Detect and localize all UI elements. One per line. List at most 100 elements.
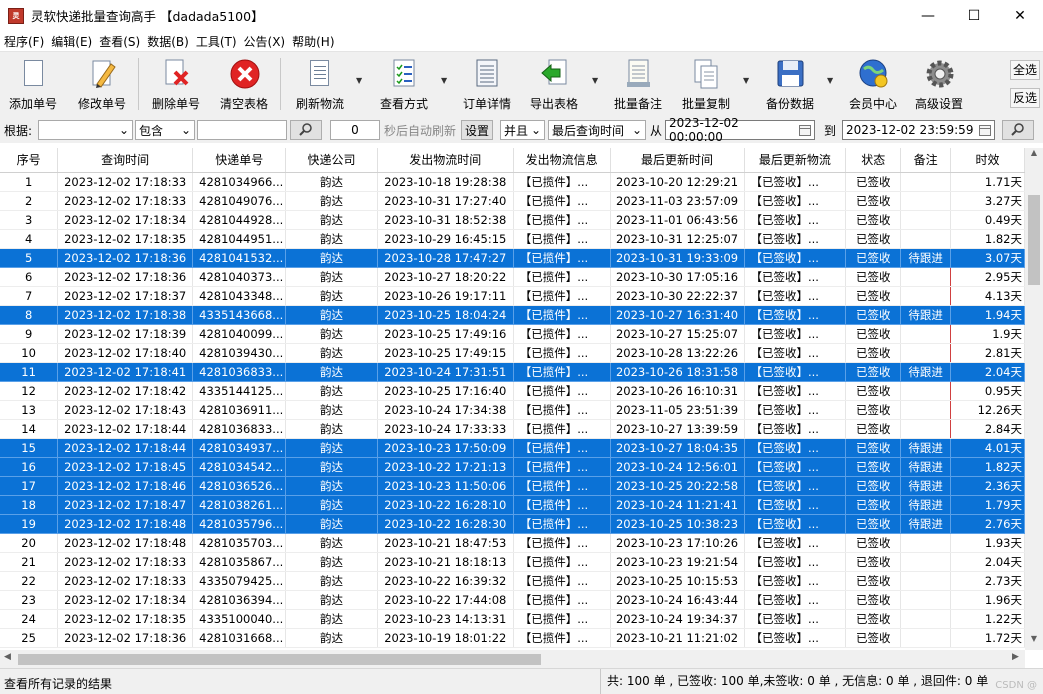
chevron-down-icon[interactable]: ▼ [743,76,749,85]
table-row[interactable]: 5 2023-12-02 17:18:36 4281041532... 韵达 2023-… [0,248,1025,268]
column-header-note[interactable]: 备注 [900,148,952,173]
cell-sent-time: 2023-10-31 17:27:40 [377,191,514,211]
menu-tools[interactable]: 工具(T) [196,33,237,50]
table-row[interactable]: 23 2023-12-02 17:18:34 4281036394... 韵达 2023… [0,590,1025,610]
table-row[interactable]: 19 2023-12-02 17:18:48 4281035796... 韵达 2023… [0,514,1025,534]
horizontal-scroll-thumb[interactable] [18,654,541,665]
table-row[interactable]: 21 2023-12-02 17:18:33 4281035867... 韵达 2023… [0,552,1025,572]
order-detail-button[interactable]: 订单详情 [459,54,515,114]
field-combo[interactable]: 最后查询时间 ⌄ [548,120,646,140]
chevron-down-icon[interactable]: ▼ [592,76,598,85]
cell-note: 待跟进 [900,495,952,515]
horizontal-scrollbar[interactable]: ◀ ▶ [0,650,1025,668]
menu-edit[interactable]: 编辑(E) [51,33,92,50]
table-row[interactable]: 22 2023-12-02 17:18:33 4335079425... 韵达 2023… [0,571,1025,591]
table-row[interactable]: 16 2023-12-02 17:18:45 4281034542... 韵达 2023… [0,457,1025,477]
menu-help[interactable]: 帮助(H) [292,33,334,50]
menu-notice[interactable]: 公告(X) [244,33,286,50]
search-button[interactable] [290,120,322,140]
cell-tracking-no: 4281040099... [192,324,287,344]
edit-order-button[interactable]: 修改单号 [74,54,130,114]
batch-copy-button[interactable]: 批量复制 [678,54,734,114]
table-row[interactable]: 7 2023-12-02 17:18:37 4281043348... 韵达 2023-… [0,286,1025,306]
refresh-seconds-input[interactable]: 0 [330,120,380,140]
table-row[interactable]: 13 2023-12-02 17:18:43 4281036911... 韵达 2023… [0,400,1025,420]
column-header-duration[interactable]: 时效 [950,148,1025,173]
from-datetime-picker[interactable]: 2023-12-02 00:00:00 [665,116,815,144]
cell-tracking-no: 4281040373... [192,267,287,287]
to-datetime-picker[interactable]: 2023-12-02 23:59:59 [842,120,995,140]
menu-view[interactable]: 查看(S) [99,33,140,50]
cell-query-time: 2023-12-02 17:18:44 [57,438,194,458]
table-row[interactable]: 1 2023-12-02 17:18:33 4281034966... 韵达 2023-… [0,172,1025,192]
scroll-right-icon[interactable]: ▶ [1012,652,1019,662]
basis-combo[interactable]: ⌄ [38,120,133,140]
invert-selection-button[interactable]: 反选 [1010,88,1040,108]
column-header-tracking-no[interactable]: 快递单号 [192,148,287,173]
cell-query-time: 2023-12-02 17:18:35 [57,229,194,249]
column-header-status[interactable]: 状态 [845,148,902,173]
table-row[interactable]: 15 2023-12-02 17:18:44 4281034937... 韵达 2023… [0,438,1025,458]
column-header-updated-info[interactable]: 最后更新物流 [744,148,847,173]
table-row[interactable]: 4 2023-12-02 17:18:35 4281044951... 韵达 2023-… [0,229,1025,249]
cell-sent-time: 2023-10-23 17:50:09 [377,438,514,458]
export-table-button[interactable]: 导出表格 [526,54,582,114]
match-mode-combo[interactable]: 包含 ⌄ [135,120,195,140]
add-order-button[interactable]: 添加单号 [5,54,61,114]
vertical-scroll-thumb[interactable] [1028,195,1040,285]
vertical-scrollbar[interactable]: ▲ ▼ [1025,148,1043,650]
chevron-down-icon[interactable]: ▼ [827,76,833,85]
delete-order-button[interactable]: 删除单号 [148,54,204,114]
column-header-query-time[interactable]: 查询时间 [57,148,194,173]
search-icon [1011,122,1025,139]
table-row[interactable]: 12 2023-12-02 17:18:42 4335144125... 韵达 2023… [0,381,1025,401]
cell-no: 9 [0,324,59,344]
member-center-button[interactable]: 会员中心 [845,54,901,114]
close-button[interactable]: ✕ [997,0,1043,31]
table-row[interactable]: 2 2023-12-02 17:18:33 4281049076... 韵达 2023-… [0,191,1025,211]
scroll-down-icon[interactable]: ▼ [1025,634,1043,650]
column-header-no[interactable]: 序号 [0,148,59,173]
table-row[interactable]: 8 2023-12-02 17:18:38 4335143668... 韵达 2023-… [0,305,1025,325]
table-row[interactable]: 25 2023-12-02 17:18:36 4281031668... 韵达 2023… [0,628,1025,648]
table-row[interactable]: 18 2023-12-02 17:18:47 4281038261... 韵达 2023… [0,495,1025,515]
menu-program[interactable]: 程序(F) [4,33,44,50]
cell-sent-info: 【已揽件】... [513,248,611,268]
column-header-sent-time[interactable]: 发出物流时间 [377,148,514,173]
date-search-button[interactable] [1002,120,1034,140]
table-row[interactable]: 20 2023-12-02 17:18:48 4281035703... 韵达 2023… [0,533,1025,553]
settings-button[interactable]: 设置 [461,120,493,140]
app-icon[interactable]: 灵 [8,7,24,24]
batch-note-button[interactable]: 批量备注 [610,54,666,114]
refresh-logistics-button[interactable]: 刷新物流 [292,54,348,114]
column-header-updated-time[interactable]: 最后更新时间 [610,148,745,173]
scroll-up-icon[interactable]: ▲ [1025,148,1043,164]
select-all-button[interactable]: 全选 [1010,60,1040,80]
column-header-sent-info[interactable]: 发出物流信息 [513,148,611,173]
scroll-left-icon[interactable]: ◀ [4,652,11,662]
clear-table-button[interactable]: 清空表格 [216,54,272,114]
table-row[interactable]: 3 2023-12-02 17:18:34 4281044928... 韵达 2023-… [0,210,1025,230]
table-row[interactable]: 9 2023-12-02 17:18:39 4281040099... 韵达 2023-… [0,324,1025,344]
table-row[interactable]: 6 2023-12-02 17:18:36 4281040373... 韵达 2023-… [0,267,1025,287]
cell-sent-time: 2023-10-23 14:13:31 [377,609,514,629]
table-row[interactable]: 14 2023-12-02 17:18:44 4281036833... 韵达 2023… [0,419,1025,439]
cell-tracking-no: 4281038261... [192,495,287,515]
table-row[interactable]: 11 2023-12-02 17:18:41 4281036833... 韵达 2023… [0,362,1025,382]
menu-data[interactable]: 数据(B) [147,33,189,50]
view-mode-button[interactable]: 查看方式 [376,54,432,114]
logic-combo[interactable]: 并且 ⌄ [500,120,545,140]
maximize-button[interactable]: ☐ [951,0,997,31]
chevron-down-icon[interactable]: ▼ [441,76,447,85]
advanced-settings-button[interactable]: 高级设置 [911,54,967,114]
column-header-courier[interactable]: 快递公司 [285,148,378,173]
chevron-down-icon[interactable]: ▼ [356,76,362,85]
table-row[interactable]: 10 2023-12-02 17:18:40 4281039430... 韵达 2023… [0,343,1025,363]
cell-duration: 2.04天 [950,362,1025,382]
table-row[interactable]: 24 2023-12-02 17:18:35 4335100040... 韵达 2023… [0,609,1025,629]
table-row[interactable]: 17 2023-12-02 17:18:46 4281036526... 韵达 2023… [0,476,1025,496]
minimize-button[interactable]: — [905,0,951,31]
cell-sent-info: 【已揽件】... [513,267,611,287]
backup-data-button[interactable]: 备份数据 [762,54,818,114]
search-input[interactable] [197,120,287,140]
